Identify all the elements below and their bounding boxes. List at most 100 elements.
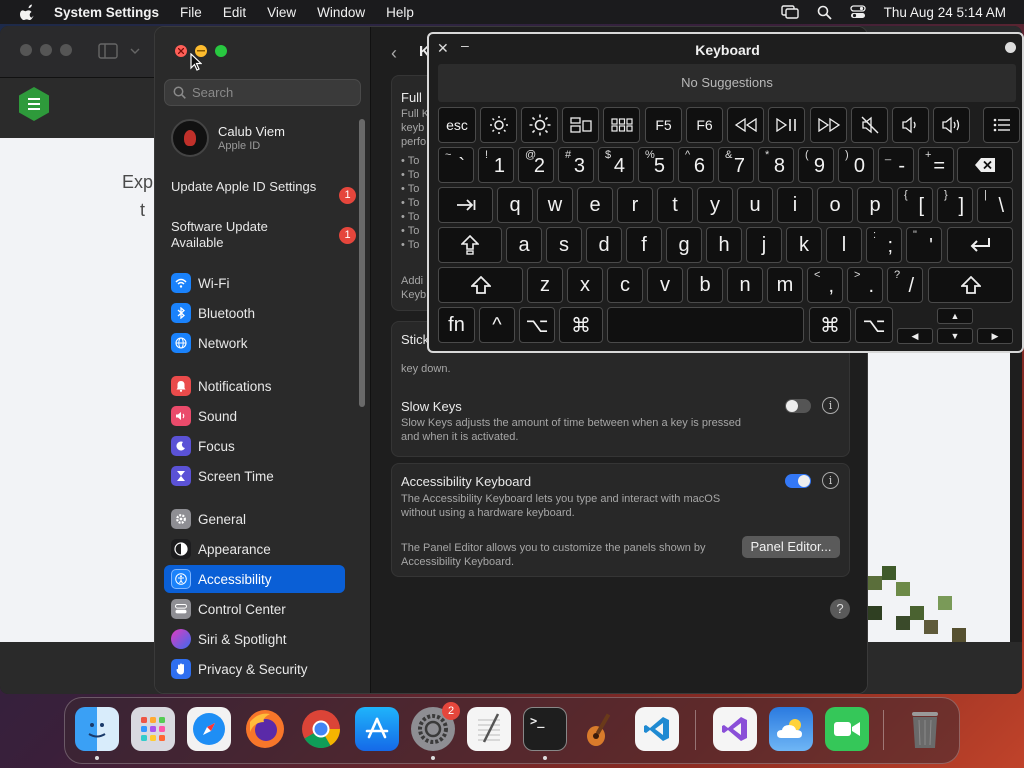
key-escape[interactable]: esc	[438, 107, 476, 143]
symbol-key[interactable]: :;	[866, 227, 902, 263]
control-key[interactable]: ^	[479, 307, 515, 343]
sidebar-item-privacy-security[interactable]: Privacy & Security	[164, 655, 345, 683]
number-row-key[interactable]: (9	[798, 147, 834, 183]
letter-key-i[interactable]: i	[777, 187, 813, 223]
apple-id-account[interactable]: Calub Viem Apple ID	[171, 119, 285, 157]
symbol-key[interactable]: >.	[847, 267, 883, 303]
arrow-right-key[interactable]: ▶	[977, 328, 1013, 344]
symbol-key[interactable]: " '	[906, 227, 942, 263]
number-row-key[interactable]: ! 1	[478, 147, 514, 183]
zoom-window-button[interactable]	[215, 45, 227, 57]
menubar-clock[interactable]: Thu Aug 24 5:14 AM	[884, 5, 1006, 20]
letter-key-d[interactable]: d	[586, 227, 622, 263]
letter-key-e[interactable]: e	[577, 187, 613, 223]
accessibility-keyboard-info-button[interactable]: i	[822, 472, 839, 489]
arrow-left-key[interactable]: ◀	[897, 328, 933, 344]
close-window-button[interactable]	[175, 45, 187, 57]
fn-key[interactable]: fn	[438, 307, 475, 343]
arrow-up-key[interactable]: ▲	[937, 308, 973, 324]
letter-key-h[interactable]: h	[706, 227, 742, 263]
sidebar-item-network[interactable]: Network	[164, 329, 345, 357]
caps-lock-key[interactable]	[438, 227, 502, 263]
menu-window[interactable]: Window	[317, 5, 365, 20]
letter-key-o[interactable]: o	[817, 187, 853, 223]
number-row-key[interactable]: @2	[518, 147, 554, 183]
sidebar-item-appearance[interactable]: Appearance	[164, 535, 345, 563]
sidebar-item-screen-time[interactable]: Screen Time	[164, 462, 345, 490]
return-key[interactable]	[947, 227, 1013, 263]
symbol-key[interactable]: ? /	[887, 267, 923, 303]
app-store-icon[interactable]	[355, 707, 399, 751]
sidebar-item-focus[interactable]: Focus	[164, 432, 345, 460]
number-row-key[interactable]: + =	[918, 147, 954, 183]
menu-help[interactable]: Help	[386, 5, 414, 20]
letter-key-g[interactable]: g	[666, 227, 702, 263]
symbol-key[interactable]: {[	[897, 187, 933, 223]
finder-icon[interactable]	[75, 707, 119, 751]
chrome-icon[interactable]	[299, 707, 343, 751]
volume-down-key[interactable]	[892, 107, 929, 143]
rewind-key[interactable]	[727, 107, 764, 143]
letter-key-n[interactable]: n	[727, 267, 763, 303]
number-row-key[interactable]: $4	[598, 147, 634, 183]
firefox-icon[interactable]	[243, 707, 287, 751]
letter-key-t[interactable]: t	[657, 187, 693, 223]
panel-menu-key[interactable]	[983, 107, 1020, 143]
letter-key-b[interactable]: b	[687, 267, 723, 303]
letter-key-a[interactable]: a	[506, 227, 542, 263]
brightness-up-key[interactable]	[521, 107, 558, 143]
play-pause-key[interactable]	[768, 107, 805, 143]
menu-view[interactable]: View	[267, 5, 296, 20]
letter-key-v[interactable]: v	[647, 267, 683, 303]
right-option-key[interactable]: ⌥	[855, 307, 893, 343]
letter-key-p[interactable]: p	[857, 187, 893, 223]
letter-key-s[interactable]: s	[546, 227, 582, 263]
sidebar-item-notifications[interactable]: Notifications	[164, 372, 345, 400]
symbol-key[interactable]: | \	[977, 187, 1013, 223]
letter-key-j[interactable]: j	[746, 227, 782, 263]
back-button[interactable]: ‹	[391, 43, 397, 64]
trash-icon[interactable]	[903, 707, 947, 751]
letter-key-m[interactable]: m	[767, 267, 803, 303]
chevron-down-icon[interactable]	[130, 47, 140, 55]
launchpad-key[interactable]	[603, 107, 640, 143]
search-input[interactable]	[192, 85, 352, 100]
arrow-down-key[interactable]: ▼	[937, 328, 973, 344]
control-center-icon[interactable]	[850, 5, 866, 19]
left-option-key[interactable]: ⌥	[519, 307, 555, 343]
facetime-icon[interactable]	[825, 707, 869, 751]
settings-search[interactable]	[164, 79, 361, 106]
letter-key-z[interactable]: z	[527, 267, 563, 303]
key-f5[interactable]: F5	[645, 107, 682, 143]
safari-icon[interactable]	[187, 707, 231, 751]
site-logo-icon[interactable]	[16, 86, 52, 122]
number-row-key[interactable]: * 8	[758, 147, 794, 183]
sidebar-item-sound[interactable]: Sound	[164, 402, 345, 430]
keyboard-options-button[interactable]	[1005, 42, 1016, 53]
volume-up-key[interactable]	[933, 107, 970, 143]
letter-key-y[interactable]: y	[697, 187, 733, 223]
apple-menu-icon[interactable]	[20, 4, 36, 20]
terminal-icon[interactable]: >_	[523, 707, 567, 751]
notice-software-update[interactable]: Software Update Available 1	[171, 219, 356, 251]
number-row-key[interactable]: ~ `	[438, 147, 474, 183]
slow-keys-info-button[interactable]: i	[822, 397, 839, 414]
menu-edit[interactable]: Edit	[223, 5, 246, 20]
letter-key-u[interactable]: u	[737, 187, 773, 223]
visual-studio-icon[interactable]	[713, 707, 757, 751]
menu-app-name[interactable]: System Settings	[54, 5, 159, 20]
sidebar-item-siri-spotlight[interactable]: Siri & Spotlight	[164, 625, 345, 653]
letter-key-l[interactable]: l	[826, 227, 862, 263]
key-f6[interactable]: F6	[686, 107, 723, 143]
sidebar-item-bluetooth[interactable]: Bluetooth	[164, 299, 345, 327]
panel-editor-button[interactable]: Panel Editor...	[742, 536, 840, 558]
help-button[interactable]: ?	[830, 599, 850, 619]
launchpad-icon[interactable]	[131, 707, 175, 751]
mute-key[interactable]	[851, 107, 888, 143]
garageband-icon[interactable]	[579, 707, 623, 751]
number-row-key[interactable]: ) 0	[838, 147, 874, 183]
space-key[interactable]	[607, 307, 804, 343]
number-row-key[interactable]: % 5	[638, 147, 674, 183]
letter-key-w[interactable]: w	[537, 187, 573, 223]
letter-key-k[interactable]: k	[786, 227, 822, 263]
